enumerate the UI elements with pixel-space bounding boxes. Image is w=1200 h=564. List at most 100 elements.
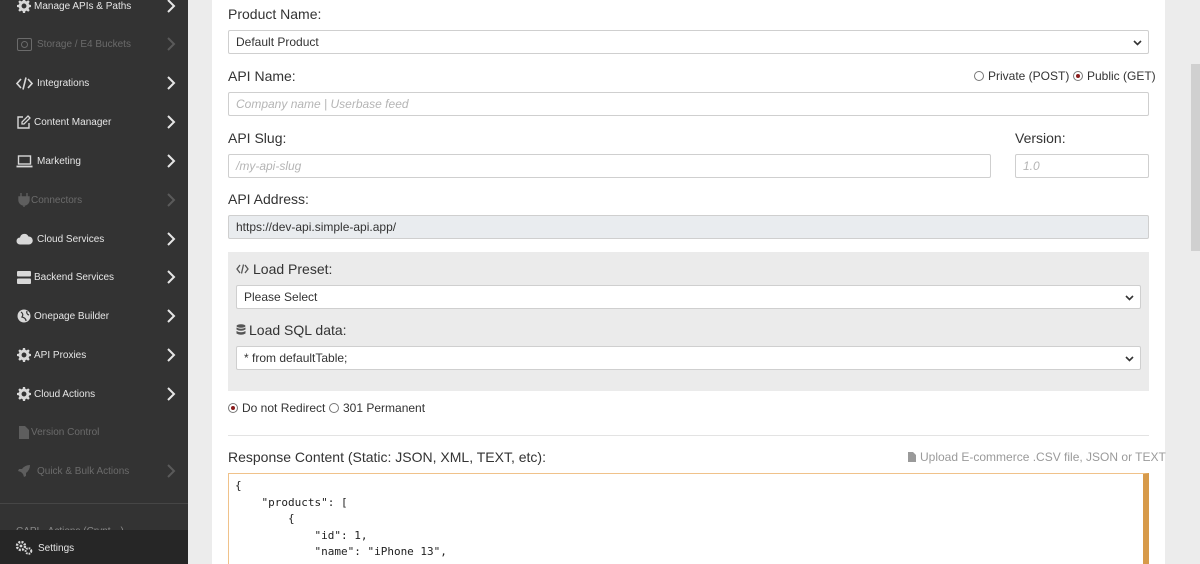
do-not-redirect-label: Do not Redirect <box>242 401 326 415</box>
sidebar-item-integrations[interactable]: Integrations <box>0 64 188 102</box>
api-name-label: API Name: <box>228 68 296 84</box>
gear-icon <box>15 347 33 363</box>
gear-icon <box>15 0 33 14</box>
product-name-value: Default Product <box>236 35 319 49</box>
preset-panel <box>228 252 1149 391</box>
redirect-301-label: 301 Permanent <box>343 401 426 415</box>
version-input[interactable]: 1.0 <box>1015 154 1149 178</box>
redirect-301-radio[interactable]: 301 Permanent <box>329 401 425 415</box>
sidebar-item-content-manager[interactable]: Content Manager <box>0 103 188 141</box>
sidebar-item-marketing[interactable]: Marketing <box>0 142 188 180</box>
sidebar-item-label: Manage APIs & Paths <box>34 0 132 12</box>
api-slug-input[interactable]: /my-api-slug <box>228 154 991 178</box>
product-name-label: Product Name: <box>228 6 322 22</box>
code-icon <box>236 264 249 274</box>
sidebar-item-label: Version Control <box>31 426 100 438</box>
radio-indicator <box>974 71 984 81</box>
upload-file-label: Upload E-commerce .CSV file, JSON or TEX… <box>920 450 1166 464</box>
scrollbar[interactable] <box>1191 64 1200 251</box>
sidebar-item-storage[interactable]: Storage / E4 Buckets <box>0 25 188 63</box>
storage-icon <box>15 36 33 52</box>
chevron-right-icon <box>167 348 176 362</box>
sidebar-item-cloud-services[interactable]: Cloud Services <box>0 220 188 258</box>
sidebar-item-backend-services[interactable]: Backend Services <box>0 258 188 296</box>
edit-icon <box>15 114 33 130</box>
settings-button[interactable]: Settings <box>0 530 188 564</box>
response-content-label: Response Content (Static: JSON, XML, TEX… <box>228 449 546 465</box>
response-content-text: { "products": [ { "id": 1, "name": "iPho… <box>235 479 447 564</box>
chevron-right-icon <box>167 464 176 478</box>
sidebar-item-label: Cloud Services <box>37 233 105 245</box>
load-sql-heading: Load SQL data: <box>236 322 347 338</box>
sidebar-item-cloud-actions[interactable]: Cloud Actions <box>0 375 188 413</box>
chevron-down-icon <box>1133 40 1142 46</box>
globe-icon <box>15 308 33 324</box>
chevron-right-icon <box>167 387 176 401</box>
chevron-right-icon <box>167 76 176 90</box>
sidebar-item-connectors[interactable]: Connectors <box>0 181 188 219</box>
chevron-right-icon <box>167 154 176 168</box>
load-sql-label: Load SQL data: <box>249 322 347 338</box>
public-get-radio[interactable]: Public (GET) <box>1073 69 1156 83</box>
api-slug-placeholder: /my-api-slug <box>236 159 302 173</box>
version-placeholder: 1.0 <box>1023 159 1040 173</box>
private-post-label: Private (POST) <box>988 69 1070 83</box>
load-preset-heading: Load Preset: <box>236 261 332 277</box>
api-address-label: API Address: <box>228 191 309 207</box>
chevron-right-icon <box>167 37 176 51</box>
api-name-placeholder: Company name | Userbase feed <box>236 97 409 111</box>
gear-icon <box>15 386 33 402</box>
sidebar-item-label: API Proxies <box>34 349 87 361</box>
chevron-right-icon <box>167 270 176 284</box>
chevron-right-icon <box>167 0 176 13</box>
api-name-input[interactable]: Company name | Userbase feed <box>228 92 1149 116</box>
sidebar-item-label: Content Manager <box>34 116 112 128</box>
private-post-radio[interactable]: Private (POST) <box>974 69 1069 83</box>
code-icon <box>15 75 33 91</box>
rocket-icon <box>15 463 33 479</box>
version-label: Version: <box>1015 130 1066 146</box>
sidebar-item-label: Storage / E4 Buckets <box>37 38 131 50</box>
laptop-icon <box>15 153 33 169</box>
api-slug-label: API Slug: <box>228 130 287 146</box>
chevron-down-icon <box>1125 356 1134 362</box>
radio-indicator <box>1073 71 1083 81</box>
sidebar-divider <box>0 503 188 504</box>
load-preset-label: Load Preset: <box>253 261 333 277</box>
public-get-label: Public (GET) <box>1087 69 1156 83</box>
sidebar-item-label: Onepage Builder <box>34 310 110 322</box>
database-icon <box>236 324 246 335</box>
sidebar-item-label: Integrations <box>37 77 90 89</box>
do-not-redirect-radio[interactable]: Do not Redirect <box>228 401 325 415</box>
section-divider <box>228 435 1149 436</box>
sidebar-item-label: Marketing <box>37 155 81 167</box>
sidebar: Manage APIs & Paths Storage / E4 Buckets… <box>0 0 188 564</box>
radio-indicator <box>329 403 339 413</box>
load-sql-select[interactable]: * from defaultTable; <box>236 346 1141 370</box>
settings-label: Settings <box>38 543 75 554</box>
file-icon <box>908 452 916 462</box>
sidebar-item-manage-apis[interactable]: Manage APIs & Paths <box>0 0 188 25</box>
radio-indicator <box>228 403 238 413</box>
load-sql-value: * from defaultTable; <box>244 351 348 365</box>
sidebar-item-label: Backend Services <box>34 271 115 283</box>
sidebar-item-api-proxies[interactable]: API Proxies <box>0 336 188 374</box>
load-preset-select[interactable]: Please Select <box>236 285 1141 309</box>
load-preset-value: Please Select <box>244 290 318 304</box>
chevron-right-icon <box>167 115 176 129</box>
product-name-select[interactable]: Default Product <box>228 30 1149 54</box>
sidebar-item-onepage-builder[interactable]: Onepage Builder <box>0 297 188 335</box>
api-address-value: https://dev-api.simple-api.app/ <box>236 220 397 234</box>
server-icon <box>15 269 33 285</box>
sidebar-item-label: Cloud Actions <box>34 388 96 400</box>
sidebar-item-label: Quick & Bulk Actions <box>37 465 130 477</box>
chevron-right-icon <box>167 193 176 207</box>
sidebar-item-label: Connectors <box>31 194 83 206</box>
response-content-editor[interactable]: { "products": [ { "id": 1, "name": "iPho… <box>228 473 1149 564</box>
chevron-down-icon <box>1125 295 1134 301</box>
upload-file-link[interactable]: Upload E-commerce .CSV file, JSON or TEX… <box>908 450 1166 464</box>
gears-icon <box>15 540 33 560</box>
sidebar-item-version-control[interactable]: Version Control <box>0 413 188 451</box>
sidebar-item-quick-bulk-actions[interactable]: Quick & Bulk Actions <box>0 452 188 490</box>
api-address-field: https://dev-api.simple-api.app/ <box>228 215 1149 239</box>
